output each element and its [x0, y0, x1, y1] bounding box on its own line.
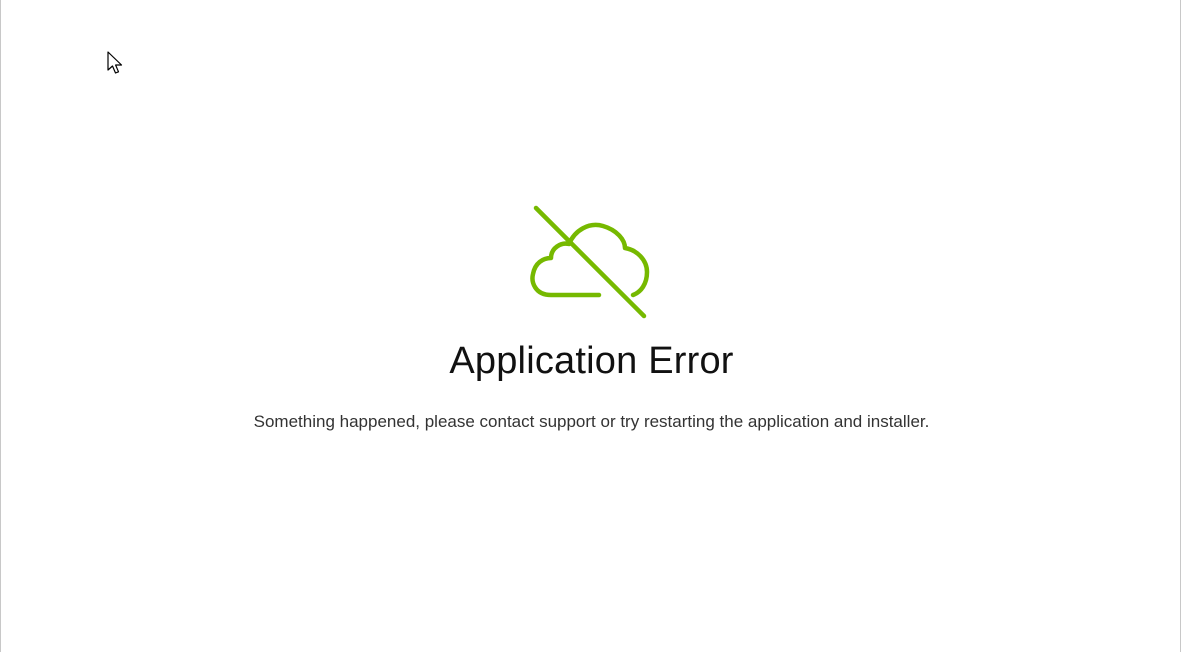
- error-title: Application Error: [449, 340, 734, 382]
- application-window: Application Error Something happened, pl…: [0, 0, 1181, 652]
- cloud-off-icon: [521, 200, 661, 325]
- error-screen: Application Error Something happened, pl…: [1, 0, 1181, 652]
- error-message: Something happened, please contact suppo…: [253, 412, 930, 431]
- mouse-pointer-icon: [106, 51, 126, 77]
